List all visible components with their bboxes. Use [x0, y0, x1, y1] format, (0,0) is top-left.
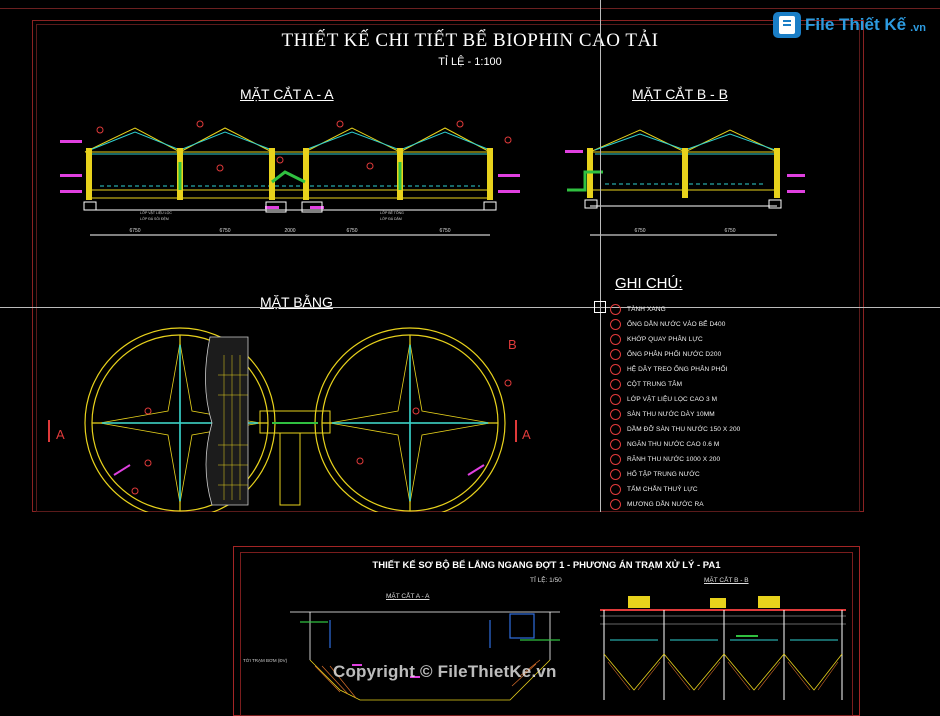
- plan-drawing: [84, 327, 512, 515]
- cad-crosshair-box: [594, 301, 606, 313]
- note-item: RÃNH THU NƯỚC 1000 X 200: [610, 452, 720, 466]
- cut-marker-a-right: A: [522, 427, 531, 442]
- sheet-top-border: [0, 8, 940, 9]
- svg-text:LỚP VẬT LIỆU LỌC: LỚP VẬT LIỆU LỌC: [140, 210, 172, 215]
- sheet2-section-aa: MẶT CẮT A - A: [386, 593, 430, 600]
- svg-text:LỚP ĐÁ DĂM: LỚP ĐÁ DĂM: [380, 216, 402, 221]
- note-item: NGĂN THU NƯỚC CAO 0.6 M: [610, 437, 719, 451]
- dim-bb-2: 6750: [724, 228, 735, 234]
- sheet2-section-bb-drawing: [600, 596, 846, 700]
- section-aa-drawing: LỚP VẬT LIỆU LỌC LỚP ĐÁ SỎI ĐỆM LỚP BÊ T…: [60, 120, 520, 236]
- note-bullet-icon: [610, 498, 621, 510]
- note-bullet-icon: [610, 423, 621, 435]
- note-bullet-icon: [610, 438, 621, 450]
- cut-marker-b: B: [508, 337, 517, 352]
- dim-aa-4: 6750: [346, 228, 357, 234]
- note-item: LỚP VẬT LIỆU LỌC CAO 3 M: [610, 392, 717, 406]
- note-bullet-icon: [610, 408, 621, 420]
- note-item: CỘT TRUNG TÂM: [610, 377, 682, 391]
- section-bb-drawing: 6750 6750: [565, 129, 805, 236]
- note-item: HỐ TẬP TRUNG NƯỚC: [610, 467, 700, 481]
- cad-crosshair-vertical: [600, 0, 601, 512]
- note-bullet-icon: [610, 483, 621, 495]
- notes-title: GHI CHÚ:: [615, 275, 683, 292]
- note-item: SÀN THU NƯỚC DÀY 10MM: [610, 407, 715, 421]
- note-bullet-icon: [610, 303, 621, 315]
- section-bb-heading: MẶT CẮT B - B: [632, 86, 728, 102]
- sheet2-section-bb: MẶT CẮT B - B: [704, 577, 749, 584]
- dim-aa-1: 6750: [129, 228, 140, 234]
- note-bullet-icon: [610, 318, 621, 330]
- note-item: ỐNG PHÂN PHỐI NƯỚC D200: [610, 347, 721, 361]
- note-bullet-icon: [610, 348, 621, 360]
- cut-marker-a-left: A: [56, 427, 65, 442]
- copyright-watermark: Copyright © FileThietKe.vn: [333, 662, 557, 681]
- dim-aa-3: 2000: [284, 228, 295, 234]
- sheet2-title: THIẾT KẾ SƠ BỘ BỂ LẮNG NGANG ĐỢT 1 - PHƯ…: [372, 560, 721, 571]
- note-bullet-icon: [610, 468, 621, 480]
- sheet2-scale: TỈ LỆ: 1/50: [530, 577, 562, 584]
- cut-marker-a-left-line: [48, 420, 50, 442]
- note-item: TÀNH XANG: [610, 302, 666, 316]
- notes-list: TÀNH XANG ỐNG DẪN NƯỚC VÀO BỂ D400 KHỚP …: [610, 302, 850, 512]
- note-item: HỆ DÂY TREO ỐNG PHÂN PHỐI: [610, 362, 728, 376]
- svg-text:LỚP BÊ TÔNG: LỚP BÊ TÔNG: [380, 210, 404, 215]
- note-bullet-icon: [610, 378, 621, 390]
- note-bullet-icon: [610, 393, 621, 405]
- sheet1-scale: TỈ LỆ - 1:100: [438, 56, 502, 68]
- sheet1-title: THIẾT KẾ CHI TIẾT BỂ BIOPHIN CAO TẢI: [281, 30, 659, 51]
- note-bullet-icon: [610, 333, 621, 345]
- sheet2-section-aa-drawing: [290, 611, 560, 701]
- note-item: ỐNG DẪN NƯỚC VÀO BỂ D400: [610, 317, 725, 331]
- note-bullet-icon: [610, 453, 621, 465]
- note-item: TẤM CHẮN THUỶ LỰC: [610, 482, 698, 496]
- dim-bb-1: 6750: [634, 228, 645, 234]
- note-item: MƯƠNG DẪN NƯỚC RA: [610, 497, 704, 511]
- note-item: KHỚP QUAY PHÂN LỰC: [610, 332, 703, 346]
- note-item: DẦM ĐỠ SÀN THU NƯỚC 150 X 200: [610, 422, 740, 436]
- note-bullet-icon: [610, 363, 621, 375]
- section-aa-heading: MẶT CẮT A - A: [240, 86, 334, 102]
- svg-text:LỚP ĐÁ SỎI ĐỆM: LỚP ĐÁ SỎI ĐỆM: [140, 216, 169, 221]
- cut-marker-a-right-line: [515, 420, 517, 442]
- dim-aa-2: 6750: [219, 228, 230, 234]
- dim-aa-5: 6750: [439, 228, 450, 234]
